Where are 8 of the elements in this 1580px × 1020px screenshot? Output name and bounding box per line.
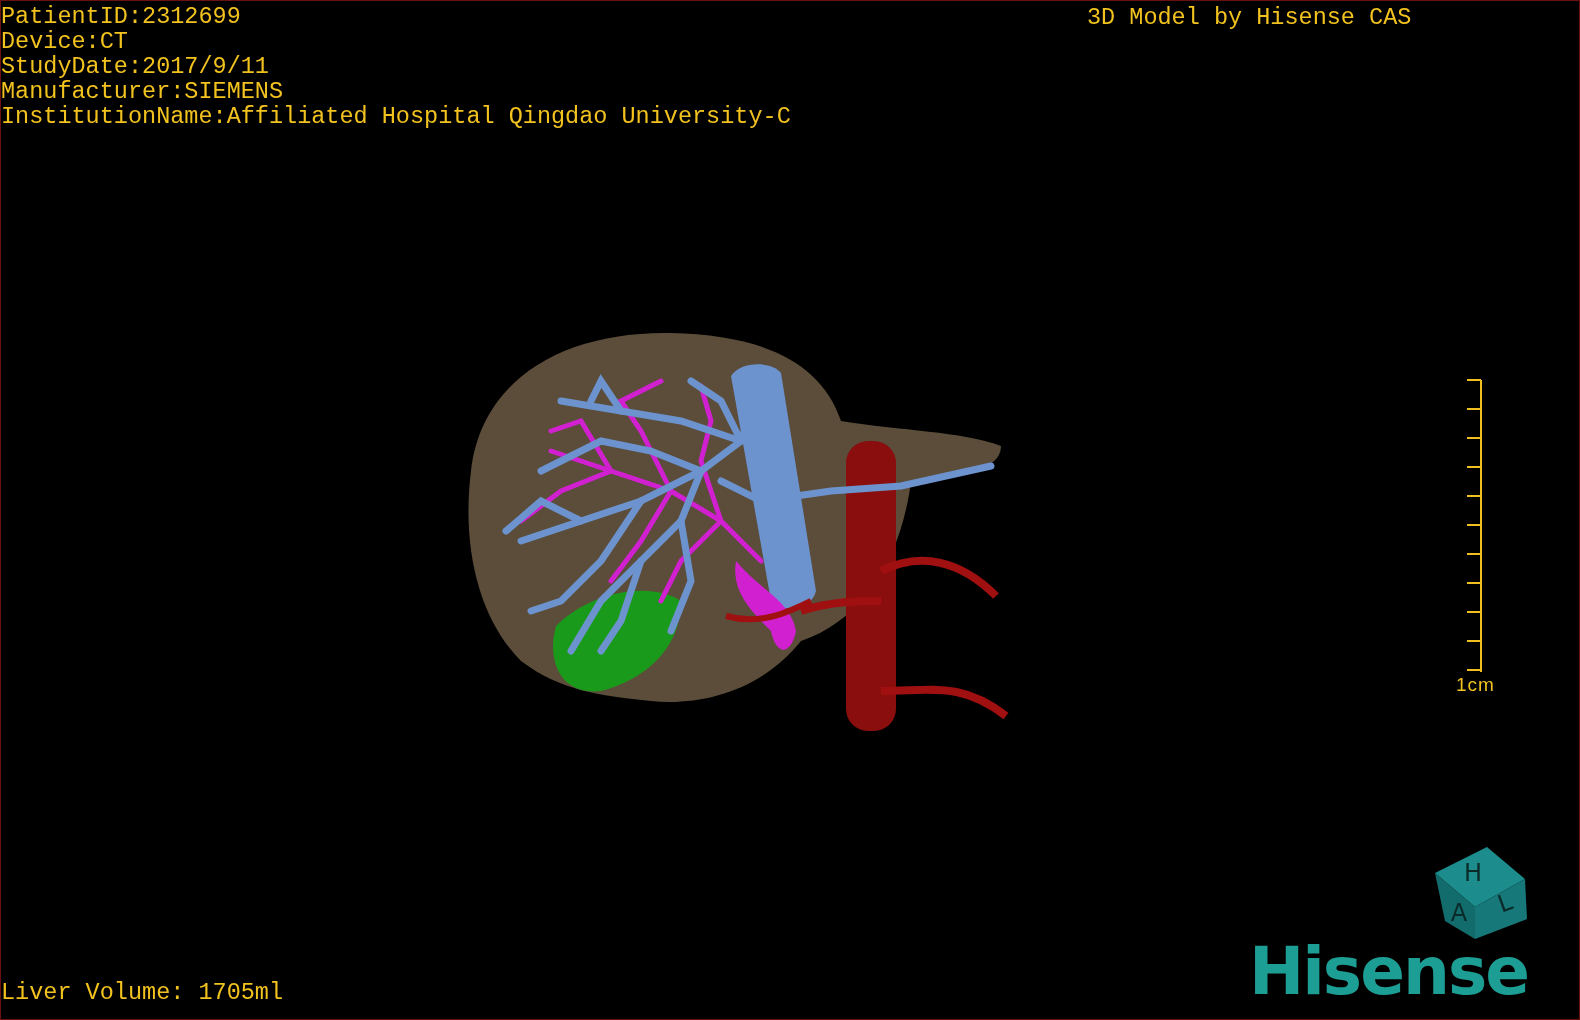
patient-info-text: StudyDate:2017/9/11 xyxy=(1,54,270,79)
patient-info-text: Manufacturer:SIEMENS xyxy=(1,79,285,104)
scale-label: 1cm xyxy=(1456,674,1495,696)
patient-info-text: PatientID:2312699 xyxy=(1,4,242,29)
header-title: 3D Model by Hisense CAS xyxy=(1087,5,1412,30)
patient-info-text: InstitutionName:Affiliated Hospital Qingdao University-C xyxy=(1,104,791,129)
patient-info-text: Device:CT xyxy=(1,29,129,54)
liver-volume-text: Liver Volume: 1705ml xyxy=(1,980,284,1005)
